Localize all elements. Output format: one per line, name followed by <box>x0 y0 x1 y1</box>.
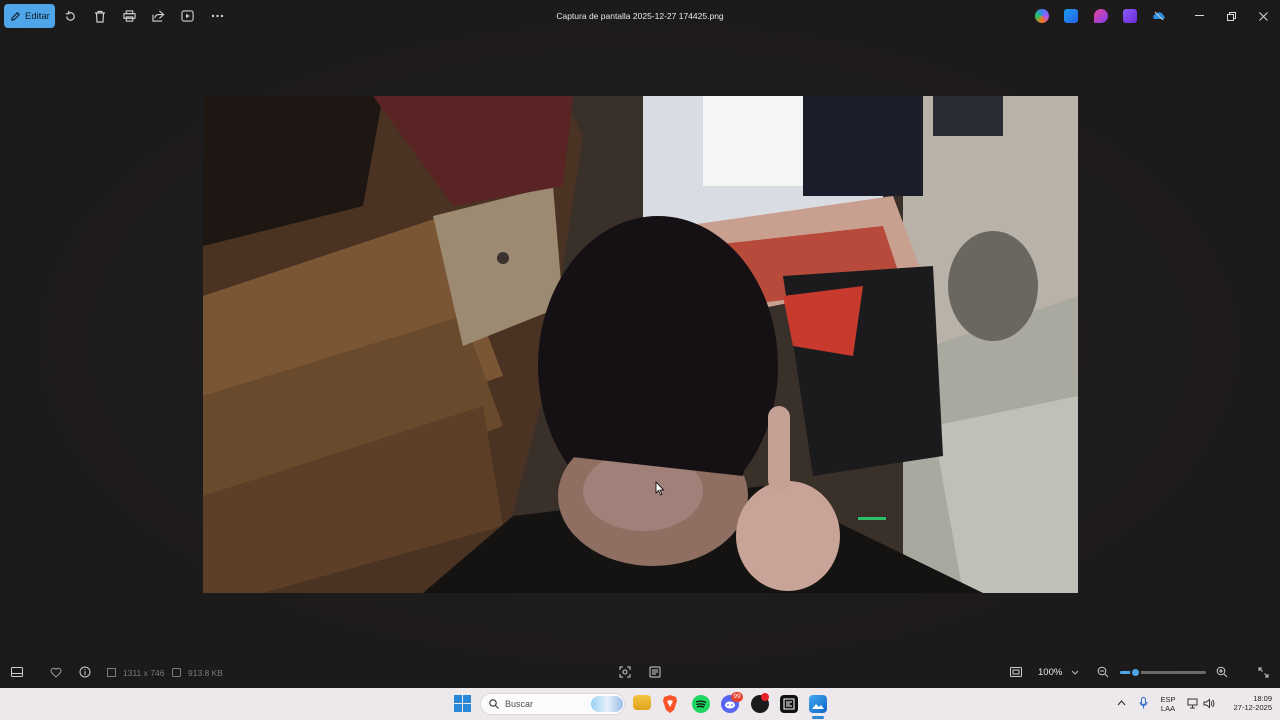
title-bar: Editar Captura de pantalla 2025-12-27 17… <box>0 0 1280 32</box>
close-icon[interactable] <box>1255 8 1271 24</box>
epic-games-icon[interactable] <box>780 695 798 713</box>
windows-start-icon[interactable] <box>454 695 472 713</box>
photos-app-taskbar-icon[interactable] <box>809 695 827 713</box>
active-app-indicator <box>812 716 824 719</box>
clipchamp-icon[interactable] <box>1123 9 1137 23</box>
clock-date: 27-12-2025 <box>1233 703 1272 712</box>
language-code: ESP <box>1160 695 1176 704</box>
visual-search-icon[interactable] <box>617 664 633 680</box>
search-icon <box>489 699 499 709</box>
photos-app-window: Editar Captura de pantalla 2025-12-27 17… <box>0 0 1280 688</box>
photo-editor-icon[interactable] <box>1064 9 1078 23</box>
file-size: 913.8 KB <box>188 668 223 678</box>
keyboard-layout: LAA <box>1160 704 1176 713</box>
minimize-icon[interactable] <box>1191 8 1207 24</box>
maximize-icon[interactable] <box>1223 8 1239 24</box>
spotify-icon[interactable] <box>692 695 710 713</box>
show-hidden-icons-chevron-icon[interactable] <box>1115 697 1127 709</box>
zoom-slider-thumb[interactable] <box>1129 667 1141 678</box>
edit-pencil-icon <box>11 11 20 21</box>
onedrive-icon[interactable] <box>1152 9 1166 23</box>
info-icon[interactable] <box>77 664 93 680</box>
file-explorer-icon[interactable] <box>633 695 651 710</box>
taskbar-search-box[interactable]: Buscar <box>480 693 625 715</box>
microphone-icon[interactable] <box>1137 697 1149 709</box>
designer-icon[interactable] <box>1094 9 1108 23</box>
clock[interactable]: 18:09 27-12-2025 <box>1222 694 1272 712</box>
fit-to-window-icon[interactable] <box>1008 664 1024 680</box>
zoom-out-icon[interactable] <box>1095 664 1111 680</box>
displayed-photo[interactable] <box>203 96 1078 593</box>
extract-text-icon[interactable] <box>647 664 663 680</box>
brave-browser-icon[interactable] <box>662 695 680 713</box>
notification-badge: 99 <box>731 692 743 702</box>
language-indicator[interactable]: ESP LAA <box>1158 695 1178 713</box>
image-dimensions: 1311 x 746 <box>123 668 165 678</box>
zoom-slider[interactable] <box>1120 667 1206 678</box>
more-icon[interactable] <box>209 8 225 24</box>
file-size-icon <box>171 664 181 680</box>
volume-icon[interactable] <box>1203 697 1215 709</box>
zoom-level-dropdown[interactable]: 100% <box>1038 667 1062 678</box>
share-icon[interactable] <box>150 8 166 24</box>
bottom-info-bar: 1311 x 746 913.8 KB 100% <box>0 656 1280 688</box>
mouse-cursor-icon <box>655 481 665 496</box>
search-highlight-image <box>591 696 623 712</box>
slideshow-icon[interactable] <box>179 8 195 24</box>
delete-icon[interactable] <box>92 8 108 24</box>
rotate-icon[interactable] <box>62 8 78 24</box>
filmstrip-icon[interactable] <box>9 664 25 680</box>
zoom-in-icon[interactable] <box>1214 664 1230 680</box>
recording-dot <box>761 693 769 701</box>
obs-studio-icon[interactable] <box>751 693 769 713</box>
fullscreen-icon[interactable] <box>1255 664 1271 680</box>
network-icon[interactable] <box>1187 697 1199 709</box>
print-icon[interactable] <box>121 8 137 24</box>
discord-icon[interactable]: 99 <box>721 692 743 713</box>
search-placeholder: Buscar <box>505 699 534 709</box>
dimensions-icon <box>106 664 116 680</box>
chevron-down-icon[interactable] <box>1067 664 1083 680</box>
edit-button-label: Editar <box>25 10 50 22</box>
edit-button[interactable]: Editar <box>4 4 55 28</box>
clock-time: 18:09 <box>1253 694 1272 703</box>
favorite-heart-icon[interactable] <box>48 664 64 680</box>
copilot-icon[interactable] <box>1035 9 1049 23</box>
